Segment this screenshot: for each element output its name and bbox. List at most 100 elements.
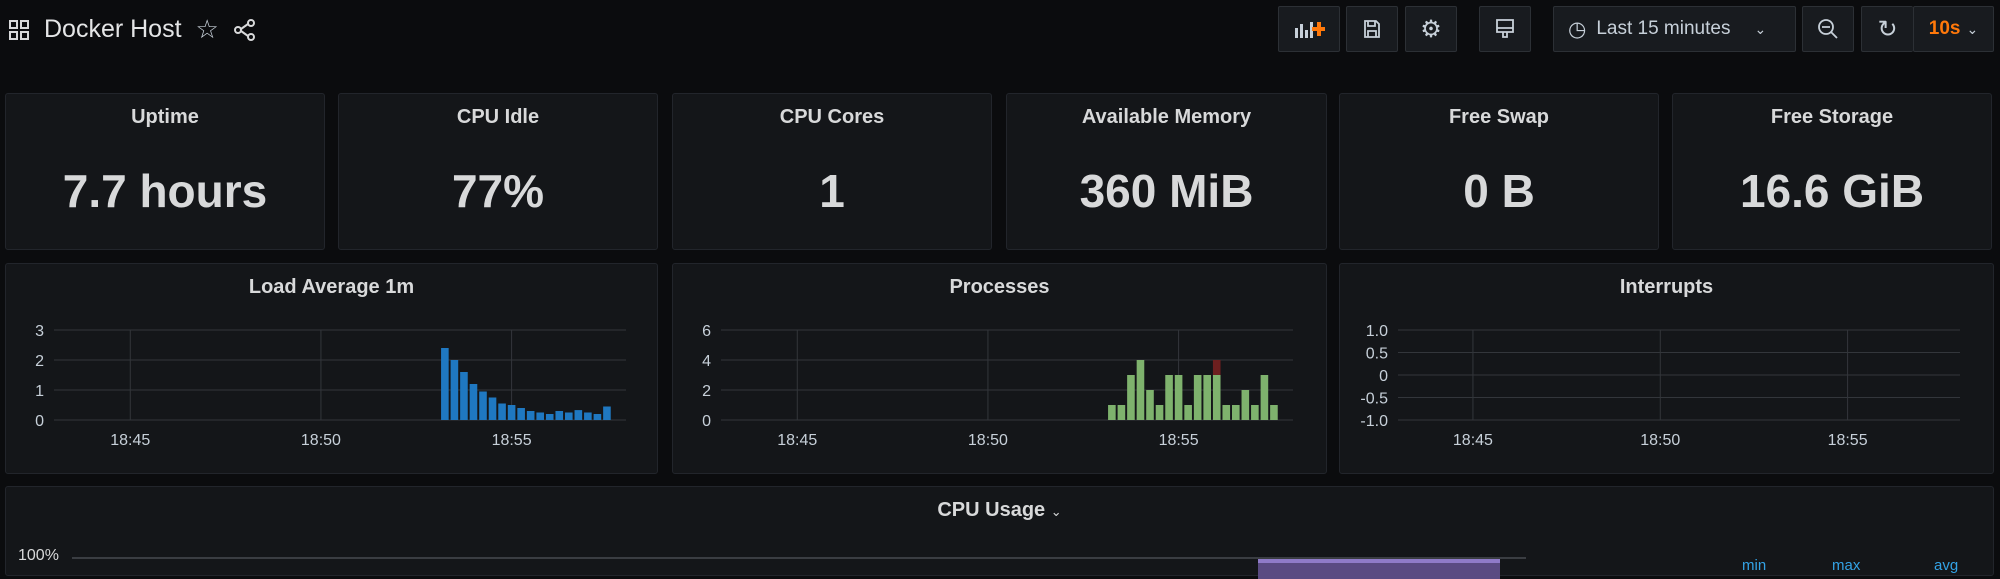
x-tick-label: 18:55 xyxy=(1828,432,1868,449)
bar xyxy=(1241,390,1250,420)
bar xyxy=(1108,405,1116,420)
stat-panel-available-memory: Available Memory 360 MiB xyxy=(1006,93,1327,250)
panel-load-average: Load Average 1m 0 1 2 3 18:45 18:50 18:55 xyxy=(5,263,658,474)
add-panel-button[interactable] xyxy=(1278,6,1340,52)
y-tick-label: 4 xyxy=(702,353,711,370)
refresh-icon: ↻ xyxy=(1877,15,1898,43)
panel-interrupts: Interrupts -1.0 -0.5 0 0.5 1.0 18:45 18:50 18:5… xyxy=(1339,263,1994,474)
y-tick-label: 0.5 xyxy=(1366,346,1388,363)
bar xyxy=(593,414,602,420)
bar xyxy=(1212,375,1221,420)
y-tick-label: 1 xyxy=(35,383,44,400)
stat-value: 77% xyxy=(451,165,545,217)
bar xyxy=(1203,375,1211,420)
x-tick-label: 18:45 xyxy=(777,432,817,449)
x-tick-label: 18:50 xyxy=(1640,432,1680,449)
panel-title[interactable]: Free Swap xyxy=(1340,106,1658,129)
bar xyxy=(584,412,592,420)
bar xyxy=(536,412,544,420)
stat-value: 360 MiB xyxy=(1079,165,1254,217)
stat-value: 7.7 hours xyxy=(62,165,268,217)
refresh-interval-picker[interactable]: 10s ⌄ xyxy=(1913,6,1994,52)
bar xyxy=(603,406,611,420)
bar xyxy=(1117,405,1126,420)
save-dashboard-button[interactable] xyxy=(1346,6,1398,52)
bar xyxy=(450,360,459,420)
bar xyxy=(526,411,535,420)
bar xyxy=(1232,405,1240,420)
dashboard-grid-icon[interactable] xyxy=(8,19,30,41)
panel-title[interactable]: Available Memory xyxy=(1007,106,1326,129)
bar xyxy=(1165,375,1173,420)
stat-panel-cpu-cores: CPU Cores 1 xyxy=(672,93,992,250)
bar xyxy=(517,408,525,420)
chevron-down-icon: ⌄ xyxy=(1050,504,1062,519)
time-range-picker[interactable]: ◷ Last 15 minutes ⌄ xyxy=(1553,6,1796,52)
x-tick-label: 18:50 xyxy=(968,432,1008,449)
stat-panel-free-storage: Free Storage 16.6 GiB xyxy=(1672,93,1992,250)
cpu-usage-title: CPU Usage xyxy=(937,499,1046,521)
bar xyxy=(1270,405,1278,420)
x-tick-label: 18:55 xyxy=(492,432,532,449)
panel-title[interactable]: CPU Usage ⌄ xyxy=(6,499,1993,522)
bar xyxy=(1155,405,1164,420)
y-tick-label: 0 xyxy=(1379,368,1388,385)
load-average-chart: 0 1 2 3 18:45 18:50 18:55 xyxy=(35,323,626,449)
bar xyxy=(555,411,564,420)
bar xyxy=(1193,375,1202,420)
cpu-usage-area xyxy=(1258,559,1500,579)
dashboard-title[interactable]: Docker Host xyxy=(44,15,182,44)
panel-title[interactable]: Free Storage xyxy=(1673,106,1991,129)
bar xyxy=(507,405,516,420)
bar xyxy=(460,372,468,420)
x-tick-label: 18:55 xyxy=(1159,432,1199,449)
bar xyxy=(1260,375,1269,420)
bar xyxy=(1184,405,1192,420)
time-range-label: Last 15 minutes xyxy=(1596,18,1731,39)
bar xyxy=(1212,360,1221,375)
y-tick-label: 1.0 xyxy=(1366,323,1388,340)
settings-button[interactable]: ⚙ xyxy=(1405,6,1457,52)
legend-header-max[interactable]: max xyxy=(1832,557,1860,574)
zoom-out-button[interactable] xyxy=(1802,6,1854,52)
gear-icon: ⚙ xyxy=(1420,15,1442,43)
stat-value: 16.6 GiB xyxy=(1739,165,1925,217)
y-tick-label: 0 xyxy=(702,413,711,430)
panel-cpu-usage: CPU Usage ⌄ 100% min max avg xyxy=(5,486,1994,579)
panel-title[interactable]: CPU Cores xyxy=(673,106,991,129)
panel-title[interactable]: Uptime xyxy=(6,106,324,129)
y-tick-label: -0.5 xyxy=(1360,391,1388,408)
bar xyxy=(441,348,449,420)
clock-icon: ◷ xyxy=(1568,17,1587,41)
legend-header-min[interactable]: min xyxy=(1742,557,1766,574)
panel-processes: Processes 0 2 4 6 18:45 18:50 18:55 xyxy=(672,263,1327,474)
stat-panel-uptime: Uptime 7.7 hours xyxy=(5,93,325,250)
stat-value: 0 B xyxy=(1463,165,1535,217)
panel-title[interactable]: CPU Idle xyxy=(339,106,657,129)
share-icon[interactable] xyxy=(233,18,257,42)
y-tick-label: 6 xyxy=(702,323,711,340)
bar xyxy=(469,384,478,420)
top-bar: Docker Host ☆ ⚙ ◷ Last 15 minutes ⌄ ↻ 10… xyxy=(0,0,2000,70)
y-tick-label: -1.0 xyxy=(1360,413,1388,430)
x-tick-label: 18:50 xyxy=(301,432,341,449)
bar xyxy=(1136,360,1145,420)
bar xyxy=(1251,405,1259,420)
bar xyxy=(1222,405,1231,420)
stat-value: 1 xyxy=(819,165,845,217)
tv-mode-button[interactable] xyxy=(1479,6,1531,52)
processes-chart: 0 2 4 6 18:45 18:50 18:55 xyxy=(702,323,1293,449)
y-tick-label: 0 xyxy=(35,413,44,430)
chevron-down-icon: ⌄ xyxy=(1754,20,1767,37)
dashboard-title-area: Docker Host ☆ xyxy=(8,14,257,45)
refresh-button[interactable]: ↻ xyxy=(1861,6,1913,52)
legend-header-avg[interactable]: avg xyxy=(1934,557,1958,574)
y-axis-top-label: 100% xyxy=(18,547,59,564)
bar xyxy=(565,412,573,420)
bar xyxy=(545,414,554,420)
stat-panel-cpu-idle: CPU Idle 77% xyxy=(338,93,658,250)
chevron-down-icon: ⌄ xyxy=(1966,20,1979,37)
refresh-interval-label: 10s xyxy=(1928,18,1961,39)
bar xyxy=(1146,390,1154,420)
star-icon[interactable]: ☆ xyxy=(196,14,219,45)
